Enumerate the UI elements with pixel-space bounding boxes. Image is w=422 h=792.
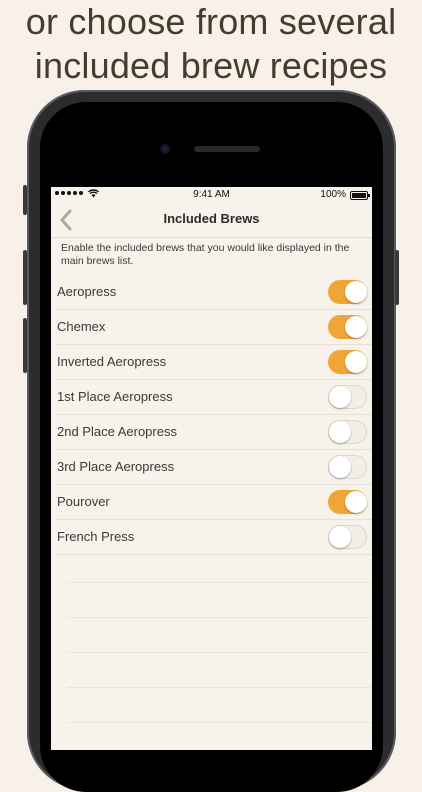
brew-label: Pourover (57, 494, 110, 509)
brew-row: Inverted Aeropress (57, 345, 372, 380)
battery-icon (350, 191, 370, 200)
earpiece-speaker (194, 146, 260, 152)
brew-row: Chemex (57, 310, 372, 345)
brew-toggle[interactable] (328, 455, 367, 479)
brew-label: Aeropress (57, 284, 117, 299)
brew-label: 1st Place Aeropress (57, 389, 173, 404)
brew-row: 3rd Place Aeropress (57, 450, 372, 485)
empty-list-lines (67, 548, 372, 750)
brew-toggle[interactable] (328, 350, 367, 374)
brew-row: Pourover (57, 485, 372, 520)
brew-toggle[interactable] (328, 385, 367, 409)
toggle-knob (345, 351, 367, 373)
brew-toggle[interactable] (328, 315, 367, 339)
battery-percentage: 100% (320, 189, 346, 200)
headline-line-1: or choose from several (25, 1, 397, 42)
brew-toggle[interactable] (328, 490, 367, 514)
toggle-knob (345, 281, 367, 303)
toggle-knob (329, 386, 351, 408)
brew-row: Aeropress (57, 275, 372, 310)
volume-down-button (23, 318, 27, 373)
toggle-knob (345, 491, 367, 513)
brew-toggle[interactable] (328, 525, 367, 549)
toggle-knob (329, 526, 351, 548)
toggle-knob (345, 316, 367, 338)
brew-label: French Press (57, 529, 135, 544)
brew-row: 2nd Place Aeropress (57, 415, 372, 450)
volume-up-button (23, 250, 27, 305)
status-bar: 9:41 AM 100% (51, 187, 372, 203)
brew-label: Inverted Aeropress (57, 354, 167, 369)
brews-list: Aeropress Chemex Inverted Aeropress 1st Pla… (51, 275, 372, 555)
brew-toggle[interactable] (328, 280, 367, 304)
brew-toggle[interactable] (328, 420, 367, 444)
brew-label: Chemex (57, 319, 106, 334)
app-screen: 9:41 AM 100% Included Brews Enable the i… (51, 187, 372, 750)
toggle-knob (329, 456, 351, 478)
page-title: Included Brews (163, 211, 260, 226)
power-button (395, 250, 399, 305)
description-text: Enable the included brews that you would… (61, 242, 350, 267)
navigation-bar: Included Brews (51, 203, 372, 238)
headline-line-2: included brew recipes (34, 45, 388, 86)
brew-label: 2nd Place Aeropress (57, 424, 177, 439)
brew-row: 1st Place Aeropress (57, 380, 372, 415)
brew-label: 3rd Place Aeropress (57, 459, 175, 474)
front-camera (160, 144, 170, 154)
toggle-knob (329, 421, 351, 443)
marketing-headline: or choose from several included brew rec… (0, 0, 422, 88)
mute-switch (23, 185, 27, 215)
